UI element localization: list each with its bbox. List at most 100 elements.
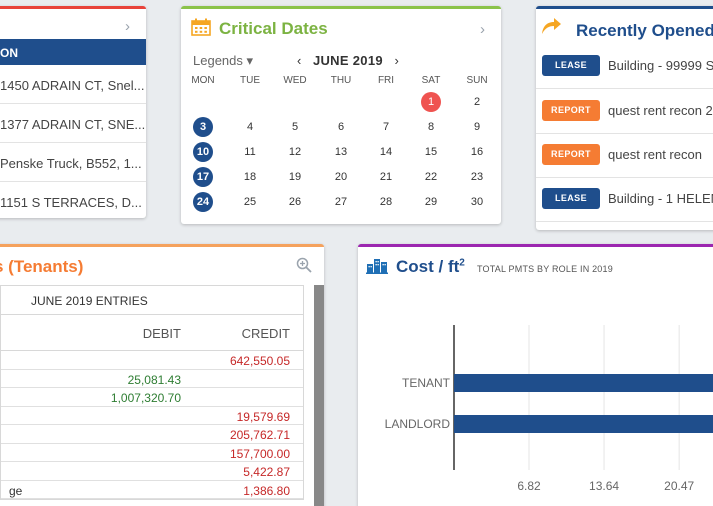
calendar-day[interactable]: 24: [193, 192, 213, 212]
ledger-row[interactable]: 19,579.69: [1, 407, 303, 425]
credit-value: 157,700.00: [229, 446, 290, 461]
properties-card-header: ›: [0, 9, 146, 39]
calendar-day[interactable]: 14: [376, 142, 396, 162]
ledger-row[interactable]: 5,422.87: [1, 462, 303, 481]
recent-item[interactable]: REPORT quest rent recon 2: [536, 89, 713, 134]
calendar-icon: [191, 18, 211, 36]
calendar-day[interactable]: 9: [467, 117, 487, 137]
debit-value: 1,007,320.70: [110, 391, 181, 405]
calendar-day[interactable]: 4: [240, 117, 260, 137]
recent-item[interactable]: LEASE Building - 1 HELEN: [536, 177, 713, 222]
calendar-day[interactable]: 17: [193, 167, 213, 187]
properties-card: › ON 1450 ADRAIN CT, Snel... 1377 ADRAIN…: [0, 6, 146, 218]
chevron-right-icon[interactable]: ›: [480, 21, 485, 38]
selected-column-header: ON: [0, 39, 146, 65]
calendar-toolbar: Legends ▾ ‹ JUNE 2019 ›: [193, 53, 493, 71]
ledger-row[interactable]: ge 1,386.80: [1, 481, 303, 499]
category-label: LANDLORD: [385, 417, 451, 431]
calendar-day[interactable]: 18: [240, 167, 260, 187]
calendar-day[interactable]: 29: [421, 192, 441, 212]
calendar-day[interactable]: 5: [285, 117, 305, 137]
weekday-label: SAT: [421, 75, 441, 86]
critical-dates-title: Critical Dates: [219, 19, 328, 38]
ledger-scrollbar[interactable]: [314, 285, 324, 506]
calendar-day[interactable]: 15: [421, 142, 441, 162]
report-badge: REPORT: [542, 144, 600, 165]
cost-bar-chart: 6.82 13.64 20.47 TENANT LANDLORD: [385, 325, 713, 493]
ledger-row[interactable]: 205,762.71: [1, 425, 303, 444]
ledger-rows: 642,550.05 25,081.43 1,007,320.70 19,579.69…: [1, 351, 303, 499]
ledger-row[interactable]: 642,550.05: [1, 351, 303, 370]
calendar-day[interactable]: 30: [467, 192, 487, 212]
legends-dropdown[interactable]: Legends ▾: [193, 53, 253, 69]
chevron-right-icon[interactable]: ›: [125, 18, 130, 35]
report-badge: REPORT: [542, 100, 600, 121]
credit-value: 5,422.87: [243, 465, 290, 479]
credit-value: 19,579.69: [236, 409, 290, 424]
recent-item-label: quest rent recon 2: [608, 103, 713, 118]
buildings-icon: [366, 259, 388, 274]
calendar-day[interactable]: 22: [421, 167, 441, 187]
weekday-label: MON: [191, 75, 215, 86]
credit-value: 205,762.71: [229, 428, 290, 442]
zoom-in-icon[interactable]: [296, 257, 312, 273]
calendar-day[interactable]: 8: [421, 117, 441, 137]
ledger-row[interactable]: 1,007,320.70: [1, 388, 303, 407]
property-row[interactable]: 1450 ADRAIN CT, Snel...: [0, 65, 146, 104]
weekday-label: TUE: [240, 75, 260, 86]
x-tick-label: 20.47: [664, 479, 694, 493]
prev-month-button[interactable]: ‹: [297, 53, 301, 68]
ledger-title: s (Tenants): [0, 257, 84, 276]
lease-badge: LEASE: [542, 188, 600, 209]
calendar-day[interactable]: 23: [467, 167, 487, 187]
calendar-day[interactable]: 2: [467, 92, 487, 112]
ledger-card: s (Tenants) JUNE 2019 ENTRIES DEBIT CRED…: [0, 244, 324, 506]
chart-subtitle: TOTAL PMTS BY ROLE IN 2019: [477, 264, 613, 274]
category-label: TENANT: [402, 376, 451, 390]
calendar-day[interactable]: 25: [240, 192, 260, 212]
recent-item[interactable]: REPORT quest rent recon: [536, 133, 713, 178]
x-tick-label: 6.82: [517, 479, 541, 493]
recent-item[interactable]: LEASE Building - 99999 S: [536, 44, 713, 89]
calendar-day[interactable]: 10: [193, 142, 213, 162]
calendar-day[interactable]: 21: [376, 167, 396, 187]
calendar-day[interactable]: 11: [240, 142, 260, 162]
recently-opened-title: Recently Opened: [576, 21, 713, 40]
calendar-day[interactable]: 1: [421, 92, 441, 112]
share-arrow-icon: [542, 18, 561, 34]
calendar-day[interactable]: 7: [376, 117, 396, 137]
calendar-day[interactable]: 13: [331, 142, 351, 162]
lease-badge: LEASE: [542, 55, 600, 76]
recently-opened-card: Recently Opened LEASE Building - 99999 S R…: [536, 6, 713, 230]
ledger-row[interactable]: 157,700.00: [1, 444, 303, 462]
calendar-day[interactable]: 16: [467, 142, 487, 162]
calendar-day[interactable]: 28: [376, 192, 396, 212]
calendar-day[interactable]: 27: [331, 192, 351, 212]
weekday-label: SUN: [466, 75, 488, 86]
calendar-day[interactable]: 19: [285, 167, 305, 187]
cost-per-sqft-card: Cost / ft2 TOTAL PMTS BY ROLE IN 2019 6.…: [358, 244, 713, 506]
debit-header: DEBIT: [142, 326, 181, 341]
month-navigator: ‹ JUNE 2019 ›: [297, 53, 399, 68]
calendar-day[interactable]: 3: [193, 117, 213, 137]
calendar-day[interactable]: 6: [331, 117, 351, 137]
weekday-label: FRI: [377, 75, 395, 86]
credit-value: 1,386.80: [243, 483, 290, 498]
x-tick-label: 13.64: [589, 479, 619, 493]
cost-title: Cost / ft2: [396, 257, 465, 276]
next-month-button[interactable]: ›: [395, 53, 399, 68]
ledger-row[interactable]: 25,081.43: [1, 370, 303, 388]
critical-dates-card: Critical Dates › Legends ▾ ‹ JUNE 2019 ›…: [181, 6, 501, 224]
cost-title-superscript: 2: [459, 257, 465, 269]
calendar-day[interactable]: 26: [285, 192, 305, 212]
ledger-row-label: ge: [9, 483, 23, 498]
calendar-day[interactable]: 20: [331, 167, 351, 187]
recent-item-label: Building - 1 HELEN: [608, 191, 713, 206]
weekday-label: THU: [330, 75, 352, 86]
property-row[interactable]: 1377 ADRAIN CT, SNE...: [0, 104, 146, 143]
calendar-day[interactable]: 12: [285, 142, 305, 162]
credit-value: 642,550.05: [229, 354, 290, 368]
property-row[interactable]: Penske Truck, B552, 1...: [0, 143, 146, 182]
property-row[interactable]: 1151 S TERRACES, D...: [0, 182, 146, 218]
debit-value: 25,081.43: [127, 372, 181, 387]
